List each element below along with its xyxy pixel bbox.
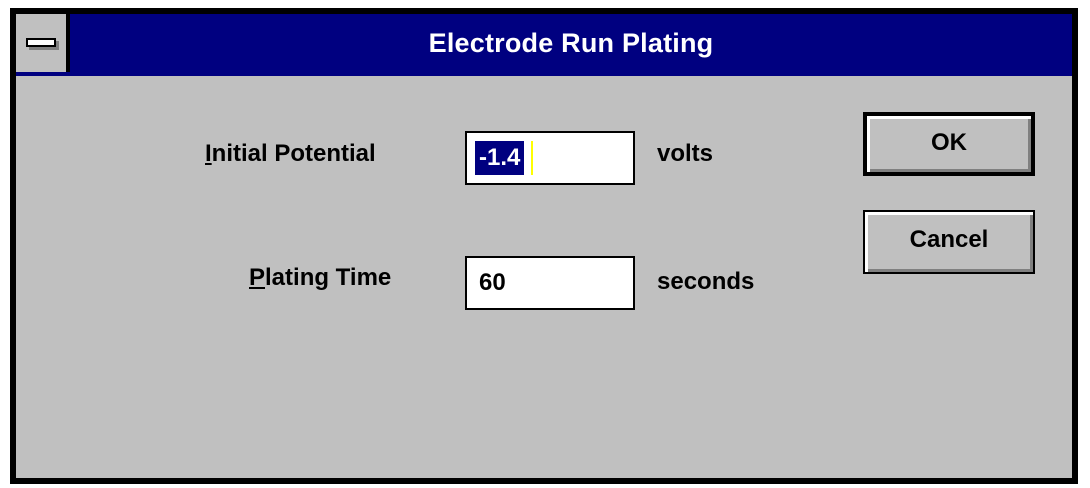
initial-potential-access-key: I bbox=[205, 140, 212, 167]
plating-time-input[interactable] bbox=[467, 258, 633, 308]
initial-potential-label-text: nitial Potential bbox=[211, 140, 376, 167]
cancel-button[interactable]: Cancel bbox=[863, 210, 1035, 274]
system-menu-icon bbox=[26, 38, 56, 47]
initial-potential-unit: volts bbox=[657, 140, 714, 167]
dialog-frame: Electrode Run Plating Initial Potential … bbox=[16, 14, 1072, 478]
initial-potential-field[interactable]: -1.4 bbox=[465, 131, 635, 185]
system-menu-button[interactable] bbox=[16, 14, 70, 72]
window-title: Electrode Run Plating bbox=[428, 28, 714, 58]
plating-time-access-key: P bbox=[249, 264, 266, 291]
ok-button[interactable]: OK bbox=[863, 112, 1035, 176]
dialog-client-area: Initial Potential -1.4 volts Plating Tim… bbox=[16, 76, 1072, 478]
plating-time-unit: seconds bbox=[657, 268, 755, 295]
selected-text: -1.4 bbox=[475, 141, 525, 175]
dialog-window: Electrode Run Plating Initial Potential … bbox=[10, 8, 1078, 484]
initial-potential-label: Initial Potential bbox=[205, 140, 376, 168]
text-cursor bbox=[531, 141, 533, 175]
plating-time-label-text: lating Time bbox=[265, 264, 392, 291]
plating-time-label: Plating Time bbox=[249, 264, 391, 292]
plating-time-field[interactable] bbox=[465, 256, 635, 310]
title-bar[interactable]: Electrode Run Plating bbox=[16, 14, 1072, 72]
